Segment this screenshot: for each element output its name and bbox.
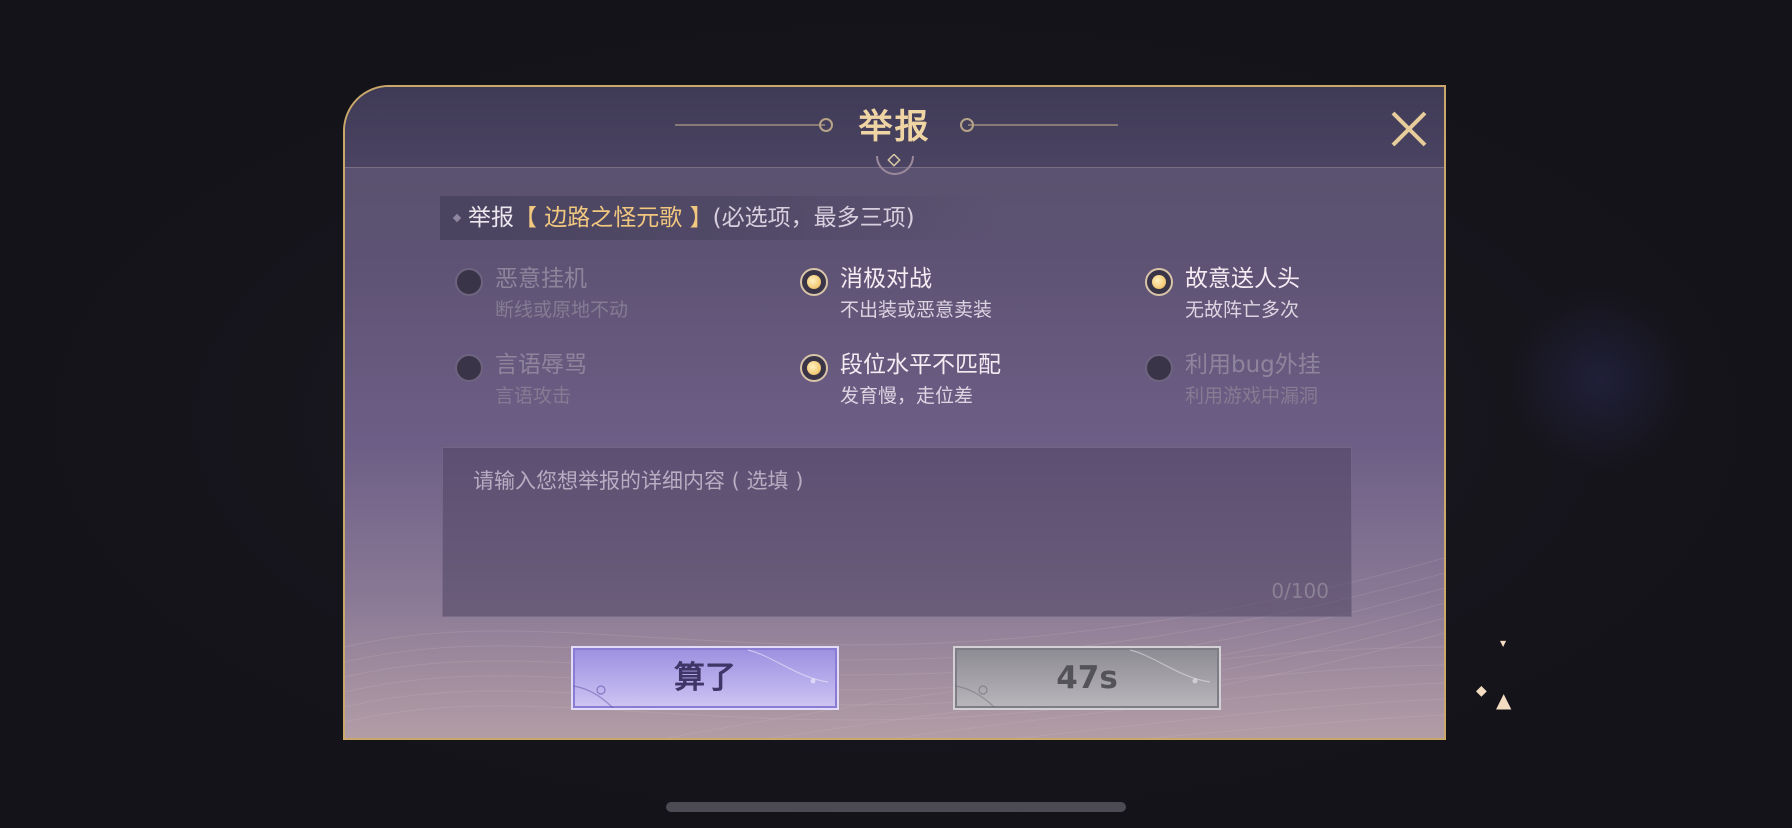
option-subtitle: 断线或原地不动 xyxy=(495,299,629,321)
cancel-button-label: 算了 xyxy=(674,660,736,696)
option-title: 恶意挂机 xyxy=(495,266,587,292)
radio-button[interactable] xyxy=(1145,354,1173,382)
option-title: 段位水平不匹配 xyxy=(840,352,1001,378)
close-button[interactable] xyxy=(1387,107,1431,151)
radio-button[interactable] xyxy=(455,354,483,382)
option-subtitle: 利用游戏中漏洞 xyxy=(1185,385,1319,407)
option-passive-play[interactable]: 消极对战 不出装或恶意卖装 xyxy=(800,259,1100,329)
home-indicator[interactable] xyxy=(666,802,1126,812)
subject-prefix: 举报 xyxy=(468,205,514,231)
option-title: 利用bug外挂 xyxy=(1185,352,1321,378)
option-subtitle: 言语攻击 xyxy=(495,385,572,407)
radio-button[interactable] xyxy=(800,354,828,382)
option-afk[interactable]: 恶意挂机 断线或原地不动 xyxy=(455,259,755,329)
option-title: 故意送人头 xyxy=(1185,266,1300,292)
report-subject: 举报【 边路之怪元歌 】(必选项，最多三项) xyxy=(468,196,915,240)
bullet-icon xyxy=(452,213,462,223)
cancel-button[interactable]: 算了 xyxy=(571,646,839,710)
countdown-confirm-button[interactable]: 47s xyxy=(953,646,1221,710)
option-bug-exploit[interactable]: 利用bug外挂 利用游戏中漏洞 xyxy=(1145,345,1444,415)
sparkle-icon: ◆ xyxy=(1476,683,1487,699)
option-verbal-abuse[interactable]: 言语辱骂 言语攻击 xyxy=(455,345,755,415)
option-subtitle: 无故阵亡多次 xyxy=(1185,299,1300,321)
option-title: 消极对战 xyxy=(840,266,932,292)
character-counter: 0/100 xyxy=(1271,579,1329,603)
report-dialog: 举报 举报【 边路之怪元歌 】(必选项，最多三项) 恶意挂机 断线或原地不动 消… xyxy=(343,85,1446,740)
radio-button[interactable] xyxy=(455,268,483,296)
radio-button[interactable] xyxy=(800,268,828,296)
subject-hint: (必选项，最多三项) xyxy=(712,205,915,231)
sparkle-icon: ▼ xyxy=(1500,639,1507,648)
sparkle-icon: ▲ xyxy=(1496,688,1512,712)
reported-player-name: 【 边路之怪元歌 】 xyxy=(514,205,713,231)
close-icon xyxy=(1391,111,1427,147)
option-intentional-feeding[interactable]: 故意送人头 无故阵亡多次 xyxy=(1145,259,1444,329)
countdown-label: 47s xyxy=(1056,660,1118,696)
report-detail-input[interactable]: 请输入您想举报的详细内容 ( 选填 ) 0/100 xyxy=(442,447,1352,617)
option-subtitle: 发育慢，走位差 xyxy=(840,385,974,407)
diamond-ornament-icon xyxy=(876,154,914,175)
detail-placeholder: 请输入您想举报的详细内容 ( 选填 ) xyxy=(473,469,804,493)
report-subject-bar: 举报【 边路之怪元歌 】(必选项，最多三项) xyxy=(440,196,1000,240)
radio-button[interactable] xyxy=(1145,268,1173,296)
option-rank-mismatch[interactable]: 段位水平不匹配 发育慢，走位差 xyxy=(800,345,1100,415)
option-subtitle: 不出装或恶意卖装 xyxy=(840,299,993,321)
option-title: 言语辱骂 xyxy=(495,352,587,378)
